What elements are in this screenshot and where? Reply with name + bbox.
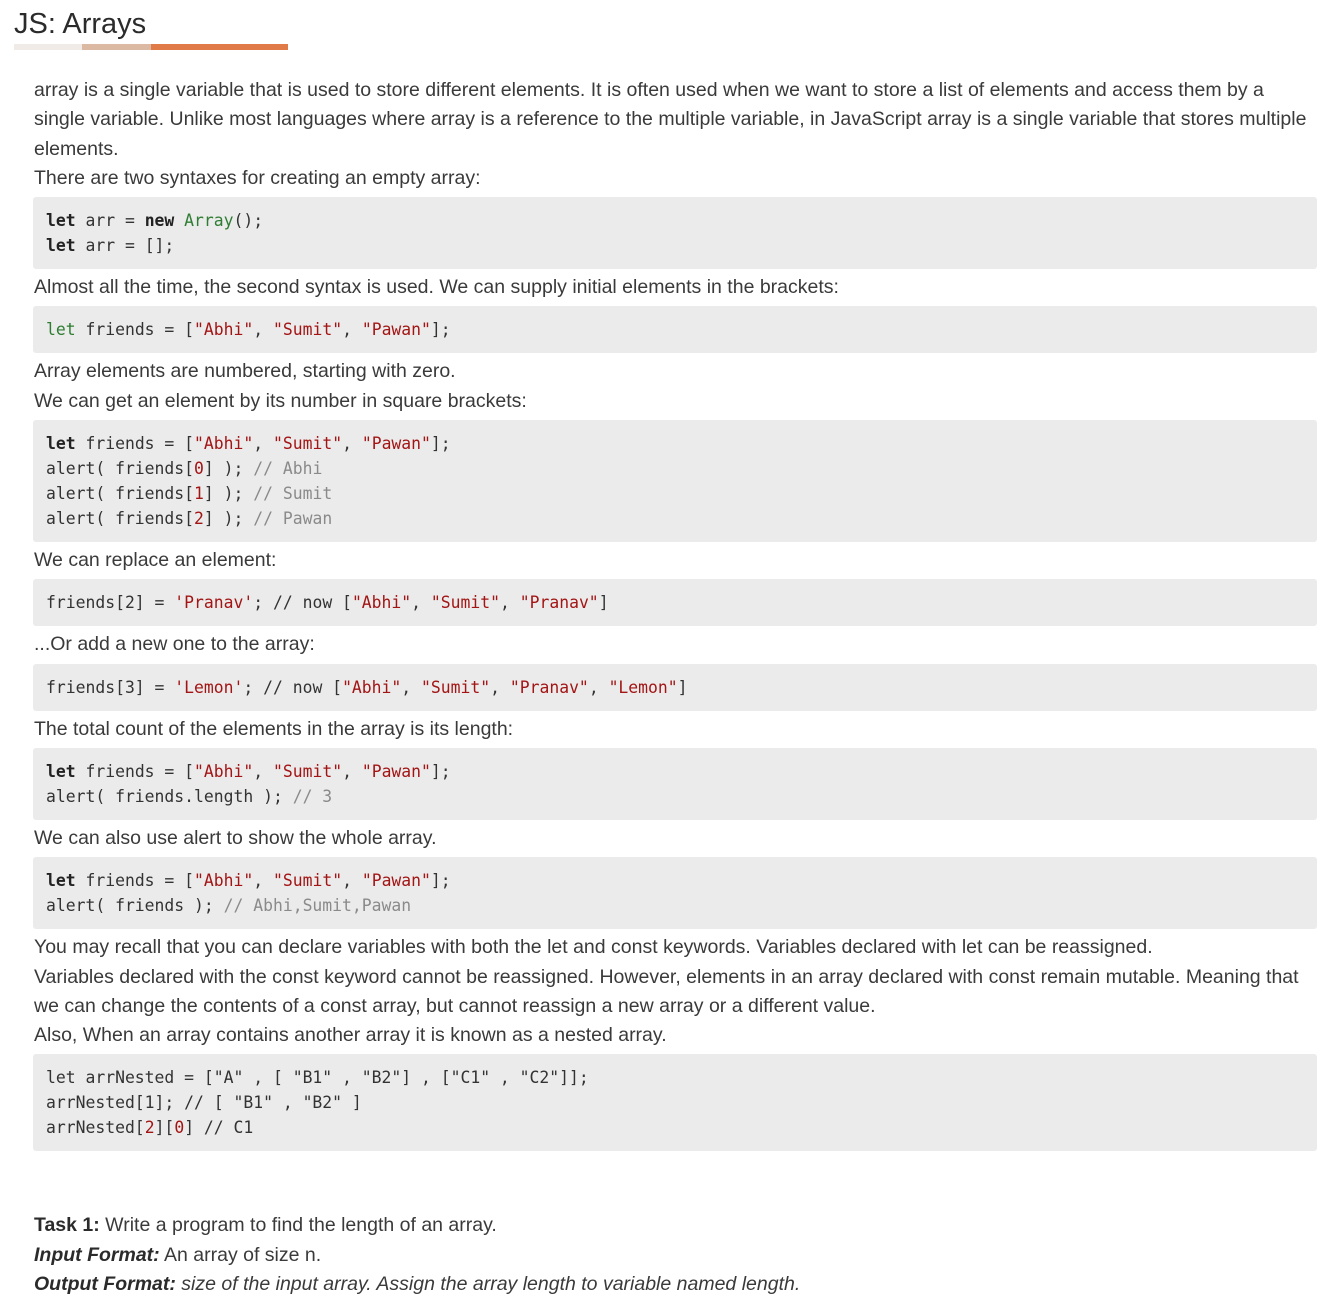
code-line: arrNested[2][0] // C1 <box>46 1118 254 1138</box>
paragraph-recall-2: Variables declared with the const keywor… <box>34 965 1299 1017</box>
code-line: alert( friends[1] ); // Sumit <box>46 484 333 504</box>
code-line: alert( friends[2] ); // Pawan <box>46 509 333 529</box>
code-block-access-elements: let friends = ["Abhi", "Sumit", "Pawan"]… <box>33 420 1317 543</box>
code-line: let arr = []; <box>46 236 175 256</box>
input-format-line: Input Format: An array of size n. <box>34 1243 322 1266</box>
task-line: Task 1: Write a program to find the leng… <box>34 1214 497 1237</box>
task-label: Task 1: <box>34 1214 100 1237</box>
intro-paragraph: array is a single variable that is used … <box>34 79 1307 160</box>
paragraph-get-element: We can get an element by its number in s… <box>34 389 527 412</box>
code-block-length: let friends = ["Abhi", "Sumit", "Pawan"]… <box>33 747 1317 820</box>
code-block-initial-elements: let friends = ["Abhi", "Sumit", "Pawan"]… <box>33 306 1317 354</box>
code-line: alert( friends[0] ); // Abhi <box>46 459 323 479</box>
page-title: JS: Arrays <box>14 8 147 40</box>
title-underline-segment <box>14 44 82 50</box>
code-line: friends[3] = 'Lemon'; // now ["Abhi", "S… <box>46 677 688 697</box>
code-block-alert-whole: let friends = ["Abhi", "Sumit", "Pawan"]… <box>33 857 1317 930</box>
title-underline-segment <box>82 44 151 50</box>
code-block-nested: let arrNested = ["A" , [ "B1" , "B2"] , … <box>33 1054 1317 1152</box>
article-body: array is a single variable that is used … <box>33 76 1317 1299</box>
code-line: let arrNested = ["A" , [ "B1" , "B2"] , … <box>46 1068 589 1088</box>
code-line: let friends = ["Abhi", "Sumit", "Pawan"]… <box>46 761 451 781</box>
output-format-label: Output Format: <box>34 1273 176 1296</box>
code-line: let arr = new Array(); <box>46 211 264 231</box>
code-block-replace: friends[2] = 'Pranav'; // now ["Abhi", "… <box>33 579 1317 627</box>
paragraph-length: The total count of the elements in the a… <box>34 717 514 740</box>
paragraph-nested: Also, When an array contains another arr… <box>34 1024 667 1047</box>
input-format-label: Input Format: <box>34 1243 160 1266</box>
paragraph-second-syntax: Almost all the time, the second syntax i… <box>34 276 839 299</box>
paragraph-add: ...Or add a new one to the array: <box>34 633 315 656</box>
code-line: let friends = ["Abhi", "Sumit", "Pawan"]… <box>46 320 451 340</box>
code-block-add: friends[3] = 'Lemon'; // now ["Abhi", "S… <box>33 663 1317 711</box>
paragraph-replace: We can replace an element: <box>34 549 277 572</box>
code-line: arrNested[1]; // [ "B1" , "B2" ] <box>46 1093 362 1113</box>
code-line: let friends = ["Abhi", "Sumit", "Pawan"]… <box>46 434 451 454</box>
paragraph-alert-whole: We can also use alert to show the whole … <box>34 826 437 849</box>
code-line: let friends = ["Abhi", "Sumit", "Pawan"]… <box>46 871 451 891</box>
paragraph-numbered: Array elements are numbered, starting wi… <box>34 360 456 383</box>
task-section: Task 1: Write a program to find the leng… <box>34 1211 1317 1299</box>
code-line: alert( friends ); // Abhi,Sumit,Pawan <box>46 896 412 916</box>
code-line: alert( friends.length ); // 3 <box>46 786 333 806</box>
output-format-line: Output Format: size of the input array. … <box>34 1273 801 1296</box>
paragraph-two-syntaxes: There are two syntaxes for creating an e… <box>34 166 481 189</box>
code-block-empty-array: let arr = new Array(); let arr = []; <box>33 197 1317 270</box>
code-line: friends[2] = 'Pranav'; // now ["Abhi", "… <box>46 593 609 613</box>
title-underline-accent <box>151 44 288 50</box>
paragraph-recall-1: You may recall that you can declare vari… <box>34 936 1153 959</box>
